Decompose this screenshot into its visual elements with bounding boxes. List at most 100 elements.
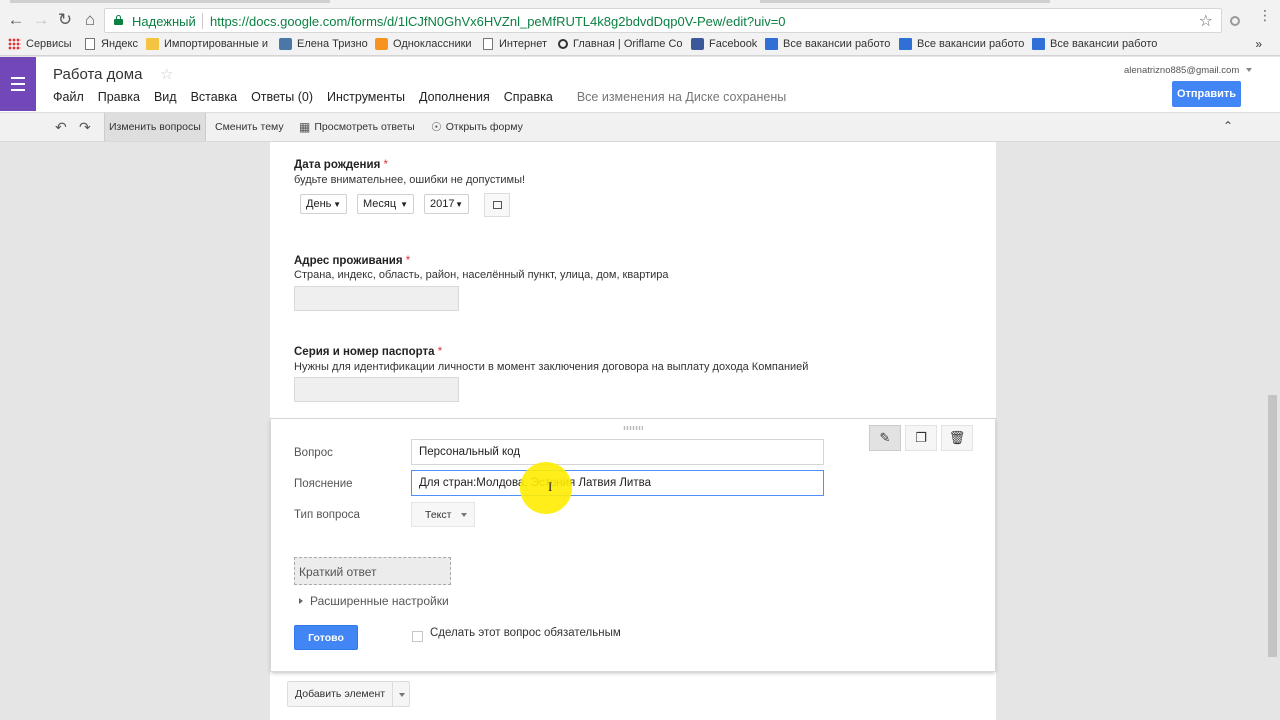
question-help-birthdate: будьте внимательнее, ошибки не допустимы…	[294, 174, 526, 186]
question-title-address: Адрес проживания *	[294, 255, 411, 267]
address-input-preview	[294, 286, 459, 311]
forms-menu-icon[interactable]	[0, 57, 36, 111]
bookmark-odnoklassniki[interactable]: Одноклассники	[375, 38, 472, 50]
url-separator	[202, 13, 203, 29]
advanced-settings-toggle[interactable]: Расширенные настройки	[299, 594, 449, 608]
required-mark: *	[405, 255, 411, 267]
bookmark-jobs-2[interactable]: Все вакансии работо	[899, 38, 1024, 50]
done-button[interactable]: Готово	[294, 625, 358, 650]
question-title-input[interactable]: Персональный код	[411, 439, 824, 465]
folder-icon	[146, 38, 159, 50]
tab-edge	[760, 0, 1050, 3]
reload-icon[interactable]: ↻	[54, 9, 76, 31]
calendar-icon[interactable]	[484, 193, 510, 217]
secure-label: Надежный	[132, 14, 196, 29]
trash-icon[interactable]: 🗑	[941, 425, 973, 451]
passport-input-preview	[294, 377, 459, 402]
form-canvas: Дата рождения * будьте внимательнее, оши…	[0, 142, 1280, 720]
extension-icon[interactable]	[1230, 16, 1240, 26]
short-answer-preview: Краткий ответ	[294, 557, 451, 585]
menu-view[interactable]: Вид	[154, 90, 177, 104]
question-help-passport: Нужны для идентификации личности в момен…	[294, 361, 809, 373]
facebook-icon	[691, 38, 704, 50]
back-arrow-icon[interactable]: ←	[5, 9, 27, 31]
ok-icon	[375, 38, 388, 50]
menu-edit[interactable]: Правка	[98, 90, 140, 104]
question-label: Вопрос	[294, 447, 333, 459]
bookmark-services[interactable]: Сервисы	[8, 38, 72, 50]
duplicate-icon[interactable]: ❐	[905, 425, 937, 451]
menu-help[interactable]: Справка	[504, 90, 553, 104]
question-type-select[interactable]: Текст	[411, 502, 475, 527]
star-icon[interactable]: ☆	[160, 65, 173, 83]
menu-file[interactable]: Файл	[53, 90, 84, 104]
address-bar: ← → ↻ ⌂ Надежный https://docs.google.com…	[0, 7, 1280, 34]
page-icon	[85, 38, 95, 50]
pencil-icon[interactable]: ✎	[869, 425, 901, 451]
required-mark: *	[383, 159, 388, 171]
folder-icon	[765, 38, 778, 50]
page-icon	[483, 38, 493, 50]
redo-icon[interactable]: ↷	[79, 119, 91, 136]
bookmark-yandex[interactable]: Яндекс	[84, 38, 138, 50]
question-help-address: Страна, индекс, область, район, населённ…	[294, 269, 669, 281]
form-title[interactable]: Работа дома	[53, 66, 142, 83]
send-button[interactable]: Отправить	[1172, 81, 1241, 107]
year-select[interactable]: 2017 ▼	[424, 194, 469, 214]
tab-edge	[10, 0, 330, 3]
question-type-label: Тип вопроса	[294, 509, 360, 521]
vk-icon	[279, 38, 292, 50]
expand-triangle-icon	[299, 598, 303, 604]
view-responses-button[interactable]: ▦ Просмотреть ответы	[299, 113, 415, 141]
month-select[interactable]: Месяц ▼	[357, 194, 414, 214]
menu-bar: Файл Правка Вид Вставка Ответы (0) Инстр…	[53, 90, 800, 104]
bookmarks-overflow-icon[interactable]: »	[1255, 37, 1262, 51]
dropdown-caret-icon[interactable]	[399, 693, 405, 697]
bookmark-oriflame[interactable]: Главная | Oriflame Co	[558, 38, 683, 50]
dropdown-caret-icon: ▼	[333, 200, 341, 209]
collapse-header-icon[interactable]: ⌃	[1223, 119, 1233, 133]
apps-icon	[8, 38, 21, 50]
day-select[interactable]: День ▼	[300, 194, 347, 214]
help-text-input[interactable]: Для стран:Молдова, Эстония Латвия Литва	[411, 470, 824, 496]
forms-header: Работа дома ☆ Файл Правка Вид Вставка От…	[0, 57, 1280, 112]
save-status: Все изменения на Диске сохранены	[576, 90, 787, 104]
browser-menu-icon[interactable]: ⋮	[1258, 8, 1272, 22]
required-mark: *	[437, 346, 443, 358]
menu-responses[interactable]: Ответы (0)	[251, 90, 313, 104]
edit-questions-button[interactable]: Изменить вопросы	[104, 113, 206, 141]
oriflame-icon	[558, 39, 568, 49]
undo-icon[interactable]: ↶	[55, 119, 67, 136]
required-checkbox-label[interactable]: Сделать этот вопрос обязательным	[430, 627, 621, 639]
account-email[interactable]: alenatrizno885@gmail.com	[1124, 65, 1239, 76]
table-icon: ▦	[299, 120, 311, 134]
bookmark-star-icon[interactable]: ☆	[1199, 11, 1213, 31]
url-field[interactable]: Надежный https://docs.google.com/forms/d…	[104, 8, 1222, 33]
text-cursor-icon: I	[548, 479, 553, 494]
change-theme-button[interactable]: Сменить тему	[215, 113, 284, 141]
bookmark-vk[interactable]: Елена Тризно	[279, 38, 368, 50]
scrollbar-thumb[interactable]	[1268, 395, 1277, 657]
editor-toolbar: ↶ ↷ Изменить вопросы Сменить тему ▦ Просм…	[0, 112, 1280, 142]
question-title-birthdate: Дата рождения *	[294, 159, 388, 171]
menu-addons[interactable]: Дополнения	[419, 90, 490, 104]
open-form-button[interactable]: ☉ Открыть форму	[431, 113, 523, 141]
help-text-label: Пояснение	[294, 478, 353, 490]
bookmark-imported[interactable]: Импортированные и	[146, 38, 268, 50]
add-item-button[interactable]: Добавить элемент	[287, 681, 410, 707]
bookmark-jobs-1[interactable]: Все вакансии работо	[765, 38, 890, 50]
drag-handle-icon[interactable]	[623, 426, 643, 430]
question-editor: ✎ ❐ 🗑 Вопрос Персональный код Пояснение …	[271, 419, 995, 671]
bookmark-internet[interactable]: Интернет	[482, 38, 547, 50]
home-icon[interactable]: ⌂	[79, 9, 101, 31]
menu-tools[interactable]: Инструменты	[327, 90, 405, 104]
dropdown-caret-icon	[461, 513, 467, 517]
menu-insert[interactable]: Вставка	[191, 90, 237, 104]
forward-arrow-icon[interactable]: →	[30, 9, 52, 31]
bookmark-jobs-3[interactable]: Все вакансии работо	[1032, 38, 1157, 50]
required-checkbox[interactable]	[412, 631, 423, 642]
account-caret-icon[interactable]	[1246, 68, 1252, 72]
globe-icon: ☉	[431, 120, 442, 134]
folder-icon	[899, 38, 912, 50]
bookmark-facebook[interactable]: Facebook	[691, 38, 757, 50]
